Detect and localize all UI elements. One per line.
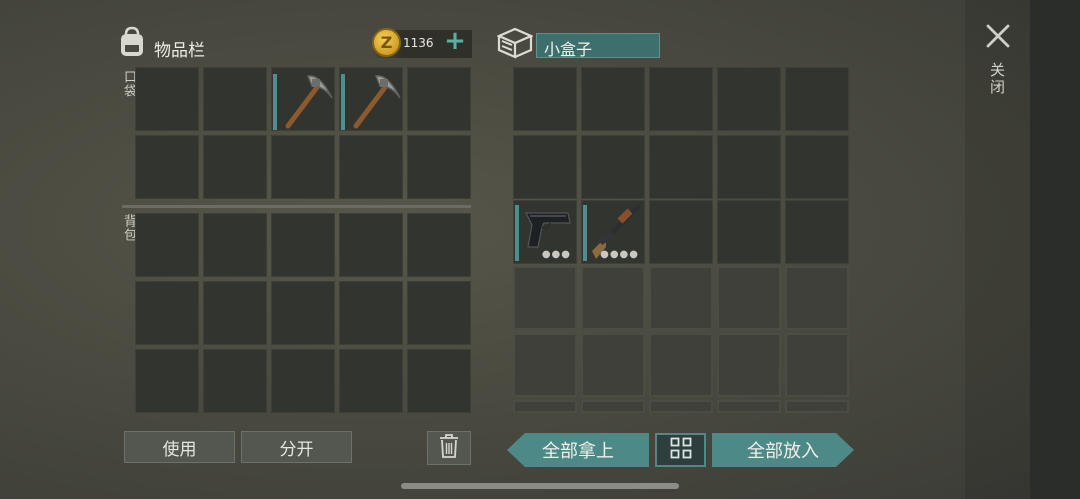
item-more-dots: ●●●● [600, 249, 639, 260]
container-slot[interactable]: ●●● [513, 200, 577, 264]
coin-amount: 1136 [403, 36, 434, 50]
backpack-slot[interactable] [407, 281, 471, 345]
backpack-slot[interactable] [203, 281, 267, 345]
inventory-title: 物品栏 [154, 41, 205, 61]
pistol-icon [522, 207, 574, 253]
backpack-slot[interactable] [339, 349, 403, 413]
container-slot[interactable] [785, 200, 849, 264]
trash-icon [439, 433, 459, 463]
put-all-button[interactable]: 全部放入 [712, 433, 854, 467]
close-label[interactable]: 关闭 [987, 62, 1008, 96]
container-slot[interactable]: ●●●● [581, 200, 645, 264]
container-slot[interactable] [785, 67, 849, 131]
coin-counter: Z 1136 + [372, 27, 472, 58]
container-slot[interactable] [513, 67, 577, 131]
container-slot-locked [513, 333, 577, 397]
container-slot[interactable] [785, 135, 849, 199]
backpack-icon [117, 26, 147, 58]
container-slot-locked [649, 266, 713, 330]
container-slot-locked [581, 266, 645, 330]
add-coins-button[interactable]: + [444, 27, 466, 55]
container-slot-locked [513, 400, 577, 413]
pocket-slot[interactable] [339, 135, 403, 199]
container-name-field[interactable]: 小盒子 [536, 33, 660, 59]
backpack-slot[interactable] [271, 349, 335, 413]
pocket-slot[interactable] [271, 135, 335, 199]
backpack-slot[interactable] [203, 213, 267, 277]
pickaxe-icon [278, 70, 334, 130]
close-icon[interactable] [984, 22, 1012, 50]
pocket-slot[interactable] [135, 67, 199, 131]
container-slot[interactable] [649, 135, 713, 199]
container-slot-locked [513, 266, 577, 330]
backpack-slot[interactable] [339, 213, 403, 277]
section-divider [122, 205, 471, 208]
container-slot[interactable] [649, 200, 713, 264]
split-button[interactable]: 分开 [241, 431, 352, 463]
pocket-slot[interactable] [135, 135, 199, 199]
container-name: 小盒子 [544, 40, 593, 59]
backpack-slot[interactable] [203, 349, 267, 413]
container-slot[interactable] [581, 67, 645, 131]
box-icon [496, 27, 534, 59]
side-strip [1030, 0, 1080, 499]
container-slot-locked [649, 333, 713, 397]
pickaxe-icon [346, 70, 402, 130]
backpack-slot[interactable] [135, 281, 199, 345]
container-slot[interactable] [717, 67, 781, 131]
container-slot-locked [649, 400, 713, 413]
container-slot-locked [581, 400, 645, 413]
sort-button[interactable] [655, 433, 706, 467]
container-slot-locked [785, 400, 849, 413]
pocket-slot[interactable] [407, 67, 471, 131]
container-slot-locked [717, 266, 781, 330]
pocket-slot[interactable] [203, 67, 267, 131]
container-slot-locked [785, 333, 849, 397]
pocket-slot[interactable] [339, 67, 403, 131]
backpack-slot[interactable] [271, 281, 335, 345]
container-slot-locked [581, 333, 645, 397]
backpack-slot[interactable] [135, 349, 199, 413]
home-indicator [401, 483, 679, 489]
grid-icon [670, 437, 692, 463]
container-slot[interactable] [649, 67, 713, 131]
container-slot-locked [717, 400, 781, 413]
coin-icon: Z [372, 28, 401, 57]
container-slot-locked [717, 333, 781, 397]
backpack-slot[interactable] [407, 213, 471, 277]
pocket-slot[interactable] [271, 67, 335, 131]
backpack-slot[interactable] [339, 281, 403, 345]
backpack-slot[interactable] [407, 349, 471, 413]
backpack-slot[interactable] [271, 213, 335, 277]
use-button[interactable]: 使用 [124, 431, 235, 463]
container-slot[interactable] [513, 135, 577, 199]
take-all-button[interactable]: 全部拿上 [507, 433, 649, 467]
container-slot[interactable] [581, 135, 645, 199]
pocket-slot[interactable] [203, 135, 267, 199]
pocket-slot[interactable] [407, 135, 471, 199]
container-slot[interactable] [717, 135, 781, 199]
backpack-slot[interactable] [135, 213, 199, 277]
item-more-dots: ●●● [541, 249, 571, 260]
trash-button[interactable] [427, 431, 471, 465]
container-slot-locked [785, 266, 849, 330]
container-slot[interactable] [717, 200, 781, 264]
